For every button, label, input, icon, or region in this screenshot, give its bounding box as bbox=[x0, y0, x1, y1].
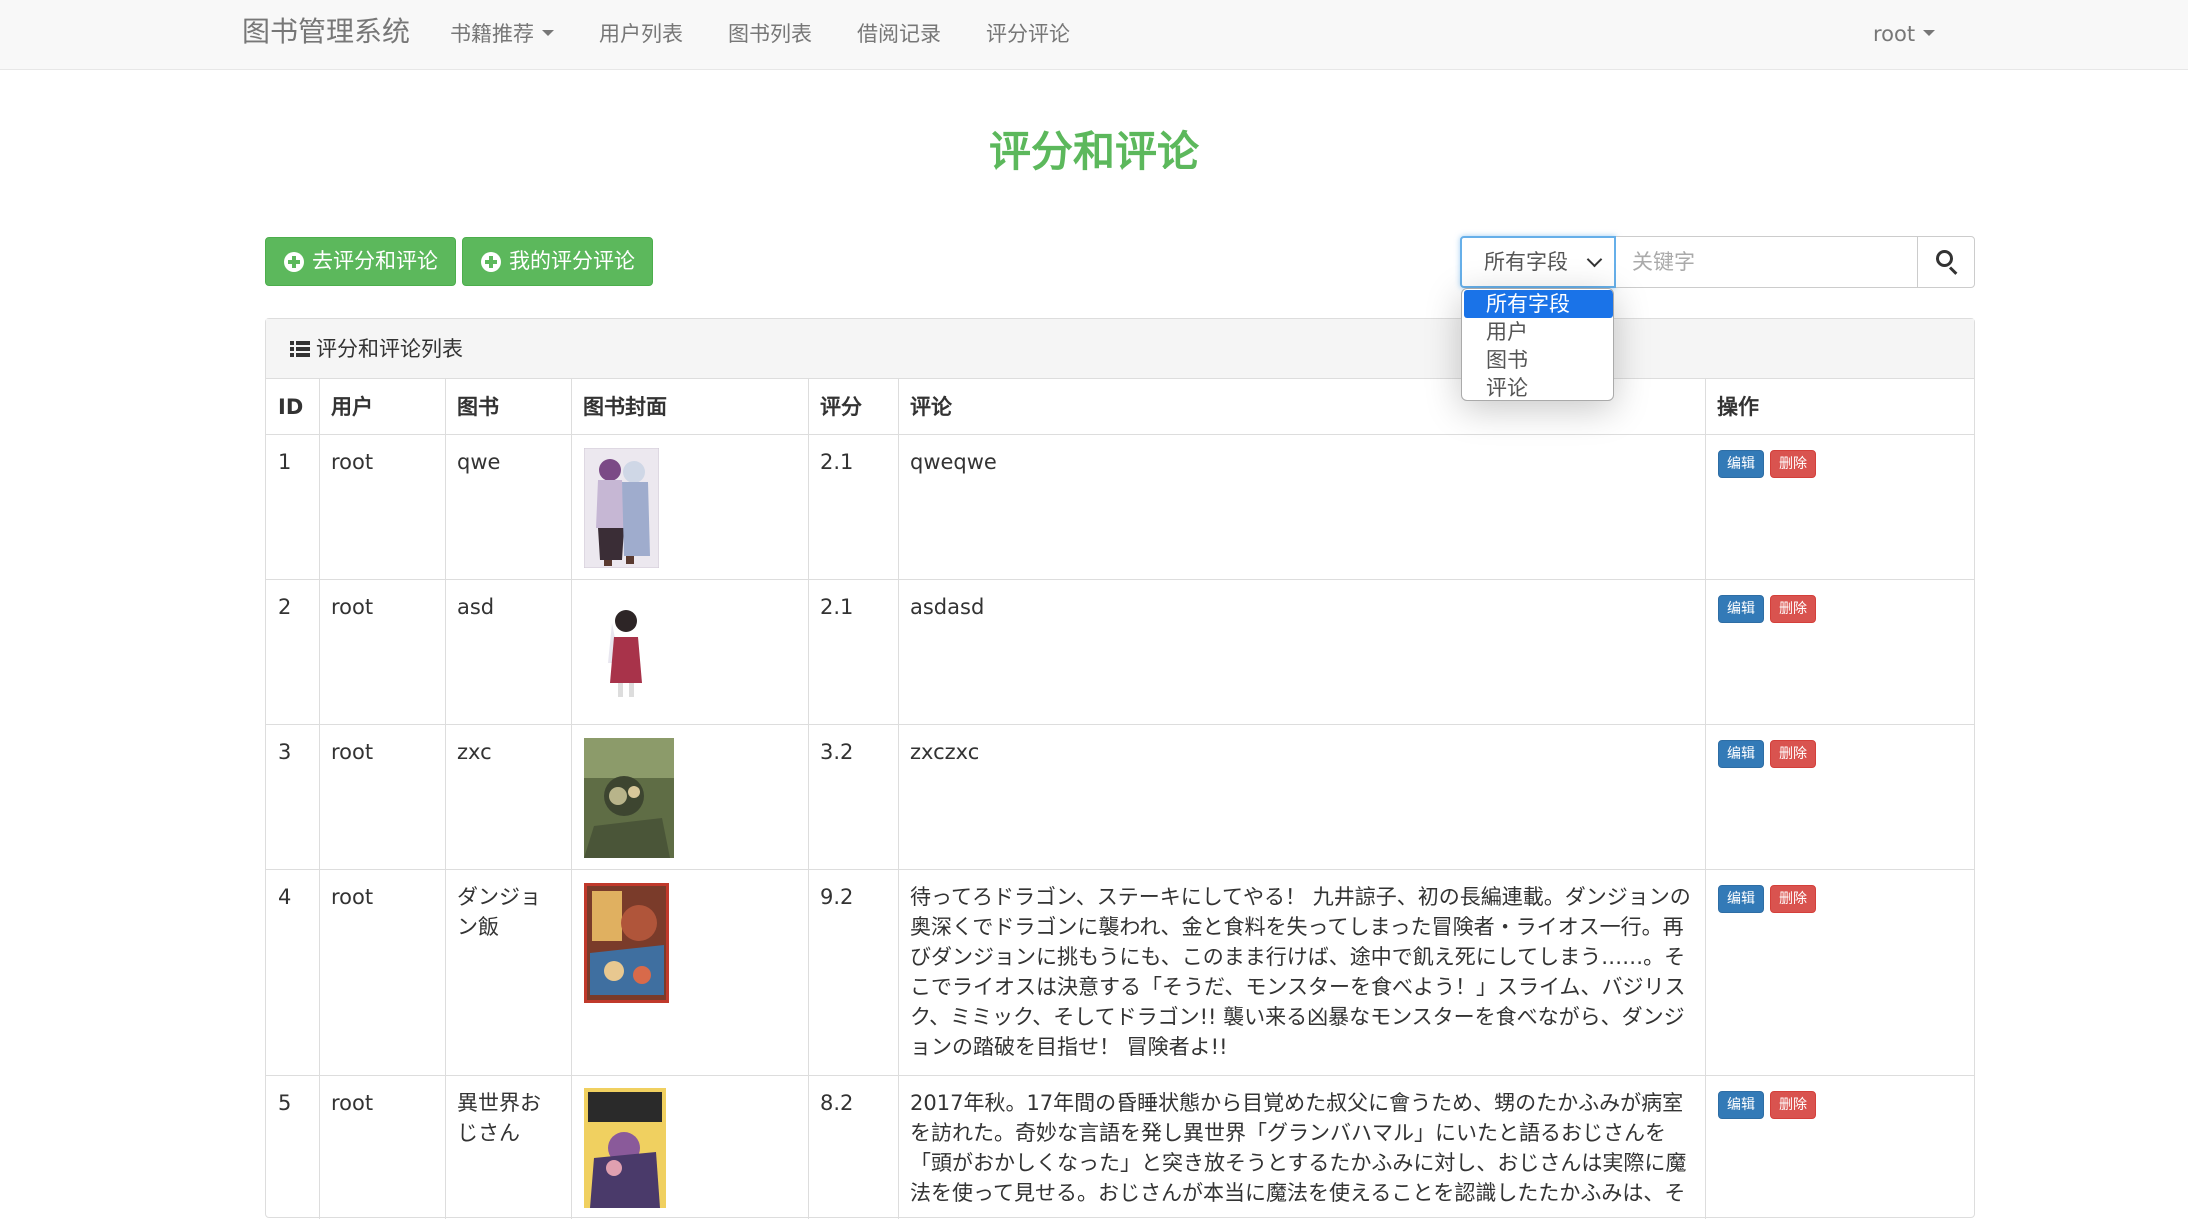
panel-title: 评分和评论列表 bbox=[316, 337, 463, 361]
brand-title[interactable]: 图书管理系统 bbox=[242, 14, 410, 50]
go-rate-label: 去评分和评论 bbox=[312, 249, 438, 273]
caret-down-icon bbox=[1923, 30, 1936, 36]
delete-button[interactable]: 删除 bbox=[1770, 740, 1816, 768]
cell-id: 2 bbox=[278, 595, 292, 619]
delete-button[interactable]: 删除 bbox=[1770, 595, 1816, 623]
header-id: ID bbox=[278, 395, 304, 419]
search-icon-handle bbox=[1948, 266, 1958, 275]
book-cover-image bbox=[584, 883, 669, 1003]
edit-button[interactable]: 编辑 bbox=[1718, 1091, 1764, 1119]
edit-button[interactable]: 编辑 bbox=[1718, 450, 1764, 478]
row-divider bbox=[266, 579, 1974, 580]
option-all-fields[interactable]: 所有字段 bbox=[1464, 290, 1613, 318]
cell-user: root bbox=[331, 740, 374, 764]
edit-button[interactable]: 编辑 bbox=[1718, 885, 1764, 913]
search-field-dropdown: 所有字段 用户 图书 评论 bbox=[1461, 288, 1614, 401]
book-cover-image bbox=[584, 738, 674, 858]
cell-comment: 待ってろドラゴン、ステーキにしてやる！ 九井諒子、初の長編連載。ダンジョンの奥深… bbox=[910, 885, 1691, 1059]
delete-button[interactable]: 删除 bbox=[1770, 450, 1816, 478]
navbar: 图书管理系统 书籍推荐 用户列表 图书列表 借阅记录 评分评论 root bbox=[0, 0, 2188, 70]
cell-book: zxc bbox=[457, 740, 492, 764]
ratings-panel: 评分和评论列表 ID 用户 图书 图书封面 评分 评论 操作 1 root qw… bbox=[265, 318, 1975, 1219]
delete-button[interactable]: 删除 bbox=[1770, 1091, 1816, 1119]
edit-button[interactable]: 编辑 bbox=[1718, 595, 1764, 623]
header-comment: 评论 bbox=[910, 395, 952, 419]
book-cover-image bbox=[584, 448, 659, 568]
nav-user-list[interactable]: 用户列表 bbox=[599, 20, 683, 48]
delete-button[interactable]: 删除 bbox=[1770, 885, 1816, 913]
panel-heading: 评分和评论列表 bbox=[266, 319, 1974, 379]
nav-borrow-records[interactable]: 借阅记录 bbox=[857, 20, 941, 48]
column-divider bbox=[898, 379, 899, 1219]
chevron-down-icon bbox=[1586, 251, 1603, 268]
plus-circle-icon bbox=[481, 252, 501, 272]
row-divider bbox=[266, 1075, 1974, 1076]
header-rating: 评分 bbox=[820, 395, 862, 419]
list-icon bbox=[290, 341, 310, 358]
option-book[interactable]: 图书 bbox=[1462, 346, 1613, 374]
row-divider bbox=[266, 724, 1974, 725]
cell-rating: 8.2 bbox=[820, 1091, 854, 1115]
search-icon bbox=[1936, 250, 1953, 267]
nav-book-recommend[interactable]: 书籍推荐 bbox=[450, 20, 554, 48]
cell-rating: 3.2 bbox=[820, 740, 854, 764]
book-cover-image bbox=[584, 593, 659, 713]
row-divider bbox=[266, 869, 1974, 870]
cell-user: root bbox=[331, 885, 374, 909]
keyword-input[interactable] bbox=[1616, 236, 1918, 288]
cell-comment: zxczxc bbox=[910, 740, 980, 764]
header-book: 图书 bbox=[457, 395, 499, 419]
go-rate-button[interactable]: 去评分和评论 bbox=[265, 237, 456, 286]
plus-circle-icon bbox=[284, 252, 304, 272]
cell-id: 5 bbox=[278, 1091, 292, 1115]
my-ratings-label: 我的评分评论 bbox=[509, 249, 635, 273]
cell-book: asd bbox=[457, 595, 495, 619]
search-field-select[interactable]: 所有字段 bbox=[1460, 236, 1616, 288]
cell-user: root bbox=[331, 595, 374, 619]
user-menu[interactable]: root bbox=[1873, 20, 1936, 48]
book-cover-image bbox=[584, 1088, 666, 1208]
cell-user: root bbox=[331, 450, 374, 474]
cell-book: 異世界おじさん bbox=[457, 1091, 541, 1145]
nav-ratings-comments[interactable]: 评分评论 bbox=[986, 20, 1070, 48]
cell-rating: 2.1 bbox=[820, 595, 854, 619]
cell-comment: 2017年秋。17年間の昏睡状態から目覚めた叔父に會うため、甥のたかふみが病室を… bbox=[910, 1091, 1687, 1205]
page-title: 评分和评论 bbox=[988, 127, 1199, 176]
cell-comment: qweqwe bbox=[910, 450, 997, 474]
cell-rating: 9.2 bbox=[820, 885, 854, 909]
nav-book-list[interactable]: 图书列表 bbox=[728, 20, 812, 48]
cell-id: 3 bbox=[278, 740, 292, 764]
option-comment[interactable]: 评论 bbox=[1462, 374, 1613, 400]
header-user: 用户 bbox=[331, 395, 373, 419]
caret-down-icon bbox=[542, 30, 554, 36]
my-ratings-button[interactable]: 我的评分评论 bbox=[462, 237, 653, 286]
cell-rating: 2.1 bbox=[820, 450, 854, 474]
search-field-selected: 所有字段 bbox=[1484, 250, 1568, 274]
row-divider bbox=[266, 434, 1974, 435]
nav-book-recommend-label: 书籍推荐 bbox=[450, 22, 534, 46]
header-actions: 操作 bbox=[1717, 395, 1759, 419]
cell-book: ダンジョン飯 bbox=[457, 885, 541, 939]
option-user[interactable]: 用户 bbox=[1462, 318, 1613, 346]
search-button[interactable] bbox=[1917, 236, 1975, 288]
cell-id: 4 bbox=[278, 885, 292, 909]
cell-book: qwe bbox=[457, 450, 501, 474]
user-menu-label: root bbox=[1873, 22, 1916, 46]
column-divider bbox=[571, 379, 572, 1219]
cell-comment: asdasd bbox=[910, 595, 985, 619]
cell-id: 1 bbox=[278, 450, 292, 474]
cell-user: root bbox=[331, 1091, 374, 1115]
header-cover: 图书封面 bbox=[583, 395, 667, 419]
column-divider bbox=[1705, 379, 1706, 1219]
edit-button[interactable]: 编辑 bbox=[1718, 740, 1764, 768]
